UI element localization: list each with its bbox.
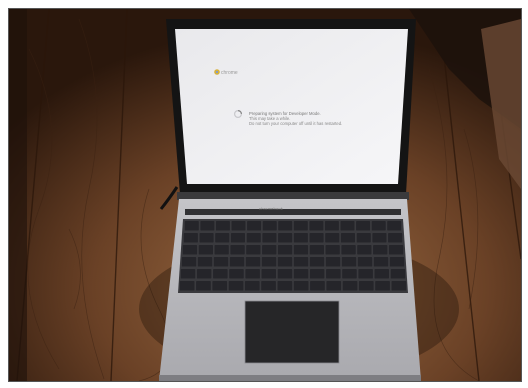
keyboard-key	[184, 221, 199, 231]
keyboard-key	[373, 257, 389, 267]
keyboard-key	[200, 221, 215, 231]
keyboard-key	[390, 269, 406, 279]
keyboard-key	[277, 269, 293, 279]
keyboard-key	[375, 281, 390, 291]
keyboard-key	[215, 233, 230, 243]
keyboard-key	[196, 281, 211, 291]
keyboard-key	[342, 269, 357, 279]
keyboard-key	[214, 245, 229, 255]
keyboard-key	[325, 245, 340, 255]
keyboard-key	[325, 233, 340, 243]
keyboard-key	[261, 269, 276, 279]
keyboard-key	[391, 281, 407, 291]
keyboard-key	[180, 269, 196, 279]
laptop-screen	[175, 29, 408, 184]
keyboard-key	[293, 233, 308, 243]
keyboard-key	[213, 269, 228, 279]
keyboard-key	[388, 233, 403, 243]
keyboard-key	[389, 257, 405, 267]
keyboard-key	[374, 269, 389, 279]
keyboard-key	[277, 245, 293, 255]
keyboard-key	[309, 245, 324, 255]
keyboard-key	[262, 245, 277, 255]
photo-frame: chrome Preparing system for Developer Mo…	[8, 8, 522, 382]
keyboard-key	[278, 221, 293, 231]
keyboard-key	[373, 245, 388, 255]
keyboard-key	[228, 281, 244, 291]
keyboard-key	[356, 233, 371, 243]
keyboard-key	[245, 257, 261, 267]
laptop-logo-text: chromebook	[259, 206, 284, 211]
keyboard-key	[372, 233, 387, 243]
keyboard-key	[247, 221, 262, 231]
keyboard-key	[179, 281, 195, 291]
keyboard-key	[261, 257, 277, 267]
touchpad	[244, 300, 340, 364]
keyboard-key	[212, 281, 228, 291]
screen-status-line-3: Do not turn your computer off until it h…	[249, 121, 343, 126]
keyboard-key	[261, 281, 276, 291]
keyboard-key	[324, 221, 339, 231]
keyboard-key	[293, 269, 309, 279]
keyboard-key	[197, 257, 213, 267]
keyboard-key	[356, 221, 371, 231]
keyboard-key	[309, 233, 324, 243]
keyboard-key	[196, 269, 212, 279]
keyboard-key	[246, 245, 261, 255]
keyboard-key	[342, 281, 358, 291]
keyboard-key	[357, 245, 372, 255]
keyboard-key	[246, 233, 261, 243]
keyboard-key	[387, 221, 402, 231]
keyboard-key	[326, 269, 341, 279]
keyboard-key	[341, 245, 356, 255]
keyboard-key	[293, 281, 309, 291]
keyboard-key	[215, 221, 230, 231]
keyboard-key	[340, 221, 355, 231]
keyboard-key	[229, 269, 244, 279]
keyboard-key	[198, 245, 213, 255]
photo-scene	[9, 9, 521, 381]
keyboard-key	[229, 257, 245, 267]
keyboard-key	[341, 257, 357, 267]
keyboard-key	[325, 257, 341, 267]
keyboard-key	[277, 257, 293, 267]
keyboard-key	[277, 281, 293, 291]
keyboard-key	[199, 233, 214, 243]
keyboard-key	[182, 245, 198, 255]
keyboard-key	[340, 233, 355, 243]
keyboard-key	[244, 281, 260, 291]
keyboard-key	[183, 233, 198, 243]
keyboard-key	[358, 281, 374, 291]
keyboard-key	[262, 221, 277, 231]
keyboard-key	[310, 281, 325, 291]
keyboard-key	[262, 233, 277, 243]
keyboard-key	[326, 281, 342, 291]
keyboard-key	[358, 269, 373, 279]
screen-brand-text: chrome	[221, 70, 238, 76]
keyboard-key	[309, 269, 325, 279]
keyboard-key	[213, 257, 229, 267]
keyboard-key	[230, 233, 245, 243]
keyboard-key	[245, 269, 260, 279]
keyboard-key	[309, 257, 325, 267]
function-key-row	[185, 209, 401, 215]
laptop-hinge	[177, 192, 409, 200]
chrome-logo-icon	[214, 69, 220, 75]
keyboard-key	[357, 257, 373, 267]
keyboard-key	[181, 257, 197, 267]
keyboard-key	[293, 245, 309, 255]
keyboard-key	[231, 221, 246, 231]
keyboard-key	[371, 221, 386, 231]
loading-spinner-icon	[233, 109, 243, 119]
keyboard-key	[388, 245, 404, 255]
keyboard-key	[230, 245, 245, 255]
keyboard-key	[293, 257, 309, 267]
keyboard-key	[293, 221, 308, 231]
keyboard-key	[278, 233, 293, 243]
keyboard-key	[309, 221, 324, 231]
